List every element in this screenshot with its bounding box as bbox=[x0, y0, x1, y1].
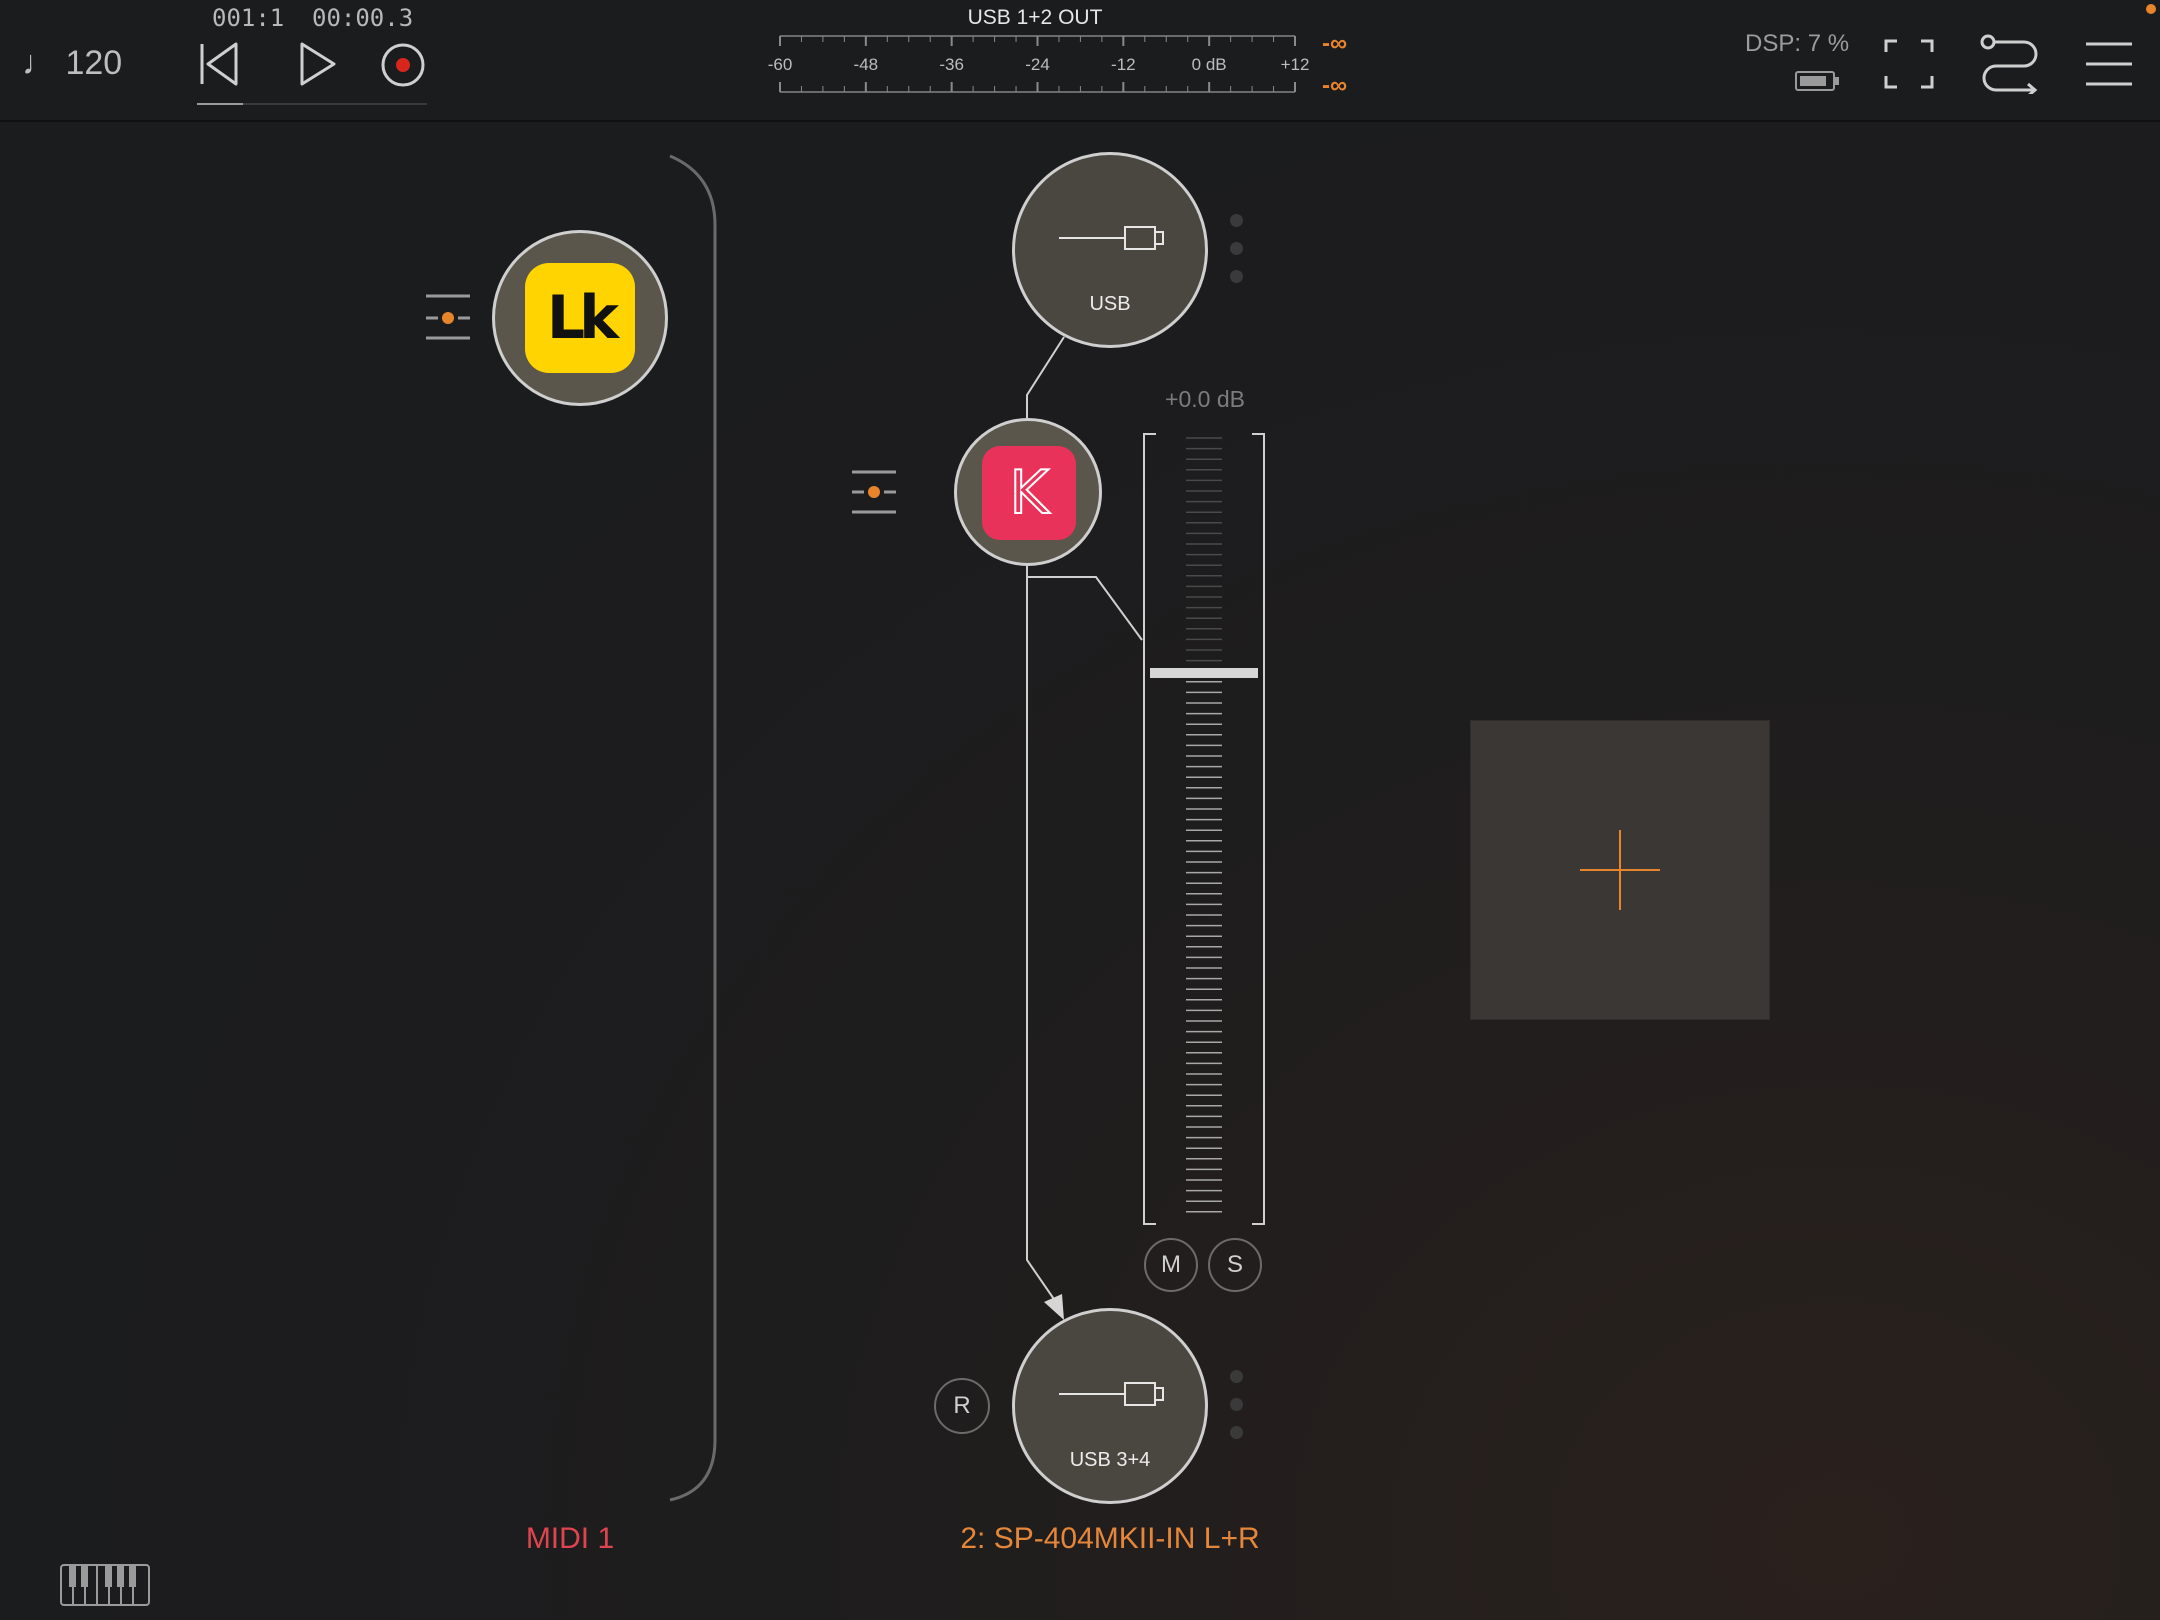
volume-fader[interactable] bbox=[1142, 432, 1266, 1226]
usb-output-label: USB 3+4 bbox=[1069, 1449, 1151, 1471]
audio-channel-name[interactable]: 2: SP-404MKII-IN L+R bbox=[900, 1522, 1320, 1556]
midi-plugin-settings-button[interactable] bbox=[424, 292, 472, 340]
solo-button[interactable]: S bbox=[1208, 1238, 1262, 1292]
mute-button[interactable]: M bbox=[1144, 1238, 1198, 1292]
keyboard-icon bbox=[60, 1564, 150, 1606]
add-icon bbox=[1580, 830, 1660, 910]
fader-handle[interactable] bbox=[1150, 668, 1258, 679]
connection-usb-to-plugin bbox=[1026, 336, 1065, 418]
output-indicator-dot bbox=[1230, 1426, 1243, 1439]
input-indicator-dot bbox=[1230, 242, 1243, 255]
connection-plugin-to-output bbox=[1026, 562, 1059, 1306]
usb-plug-icon bbox=[1059, 226, 1164, 250]
connection-plugin-to-fader bbox=[1026, 562, 1143, 641]
connection-arrow bbox=[1044, 1294, 1064, 1320]
record-arm-button[interactable]: R bbox=[934, 1378, 990, 1434]
output-indicator-dot bbox=[1230, 1398, 1243, 1411]
settings-sliders-icon bbox=[852, 470, 896, 514]
midi-channel-name[interactable]: MIDI 1 bbox=[460, 1522, 680, 1556]
usb-plug-icon bbox=[1059, 1382, 1164, 1406]
settings-sliders-icon bbox=[426, 294, 470, 340]
midi-plugin-node[interactable]: Lk bbox=[492, 230, 668, 406]
usb-input-node[interactable]: USB bbox=[1012, 152, 1208, 348]
k-plugin-icon: K bbox=[982, 446, 1076, 540]
gain-readout: +0.0 dB bbox=[1165, 386, 1245, 412]
input-indicator-dot bbox=[1230, 270, 1243, 283]
input-indicator-dot bbox=[1230, 214, 1243, 227]
audio-plugin-settings-button[interactable] bbox=[850, 468, 898, 516]
output-indicator-dot bbox=[1230, 1370, 1243, 1383]
usb-input-label: USB bbox=[1089, 293, 1131, 315]
midi-bracket bbox=[669, 154, 717, 1502]
lk-plugin-icon: Lk bbox=[525, 263, 635, 373]
add-channel-button[interactable] bbox=[1470, 720, 1770, 1020]
fader-scale bbox=[1143, 433, 1265, 1225]
audio-plugin-node[interactable]: K bbox=[954, 418, 1102, 566]
keyboard-button[interactable] bbox=[60, 1564, 150, 1611]
usb-output-node[interactable]: USB 3+4 bbox=[1012, 1308, 1208, 1504]
